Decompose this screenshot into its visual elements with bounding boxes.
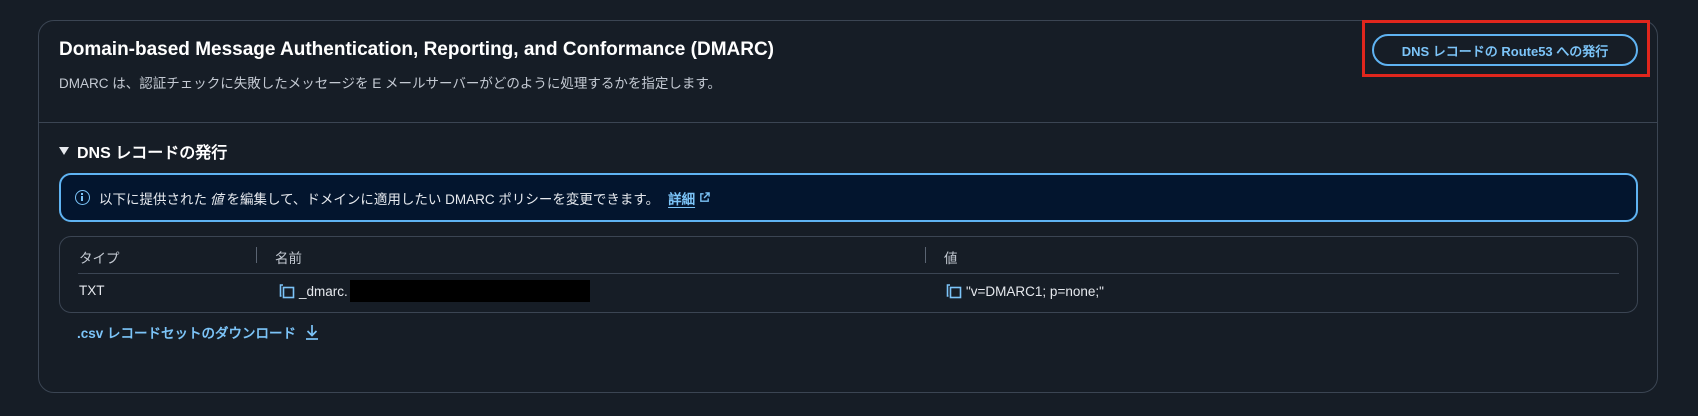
record-value: "v=DMARC1; p=none;": [966, 283, 1104, 299]
column-resizer[interactable]: [925, 247, 926, 263]
column-resizer[interactable]: [256, 247, 257, 263]
copy-icon[interactable]: [279, 283, 295, 299]
external-link-icon: [700, 192, 710, 202]
section-title: DNS レコードの発行: [77, 145, 228, 162]
record-name: _dmarc.: [299, 283, 348, 299]
column-header-type: タイプ: [79, 251, 120, 266]
alert-text-italic: 値: [210, 191, 224, 207]
card-description: DMARC は、認証チェックに失敗したメッセージを E メールサーバーがどのよう…: [59, 76, 721, 91]
dns-records-table: タイプ 名前 値 TXT _dmarc. "v=DMARC1; p=none;": [59, 236, 1638, 313]
column-header-value: 値: [944, 251, 958, 266]
dns-records-section-toggle[interactable]: DNS レコードの発行: [59, 139, 227, 163]
learn-more-link[interactable]: 詳細: [668, 188, 710, 208]
publish-to-route53-button[interactable]: DNS レコードの Route53 への発行: [1372, 34, 1638, 66]
cell-name: _dmarc.: [279, 280, 590, 302]
learn-more-label: 詳細: [668, 191, 696, 207]
alert-text-after: を編集して、ドメインに適用したい DMARC ポリシーを変更できます。: [226, 191, 660, 207]
download-csv-link[interactable]: .csv レコードセットのダウンロード: [77, 322, 319, 342]
card-header: Domain-based Message Authentication, Rep…: [39, 20, 1657, 123]
copy-icon[interactable]: [946, 283, 962, 299]
info-icon: [75, 190, 90, 205]
table-header-row: タイプ 名前 値: [60, 237, 1637, 273]
cell-type: TXT: [79, 283, 105, 298]
caret-down-icon: [59, 147, 69, 155]
alert-text-before: 以下に提供された: [99, 191, 207, 207]
cell-value: "v=DMARC1; p=none;": [946, 283, 1104, 299]
alert-text: 以下に提供された値を編集して、ドメインに適用したい DMARC ポリシーを変更で…: [99, 188, 659, 208]
card-title: Domain-based Message Authentication, Rep…: [59, 39, 775, 60]
download-icon: [306, 325, 319, 340]
info-alert: 以下に提供された値を編集して、ドメインに適用したい DMARC ポリシーを変更で…: [59, 173, 1638, 222]
header-divider: [78, 273, 1619, 274]
download-csv-label: .csv レコードセットのダウンロード: [77, 326, 297, 341]
column-header-name: 名前: [275, 251, 302, 266]
redacted-domain: [349, 280, 590, 302]
dmarc-card: Domain-based Message Authentication, Rep…: [38, 20, 1658, 393]
